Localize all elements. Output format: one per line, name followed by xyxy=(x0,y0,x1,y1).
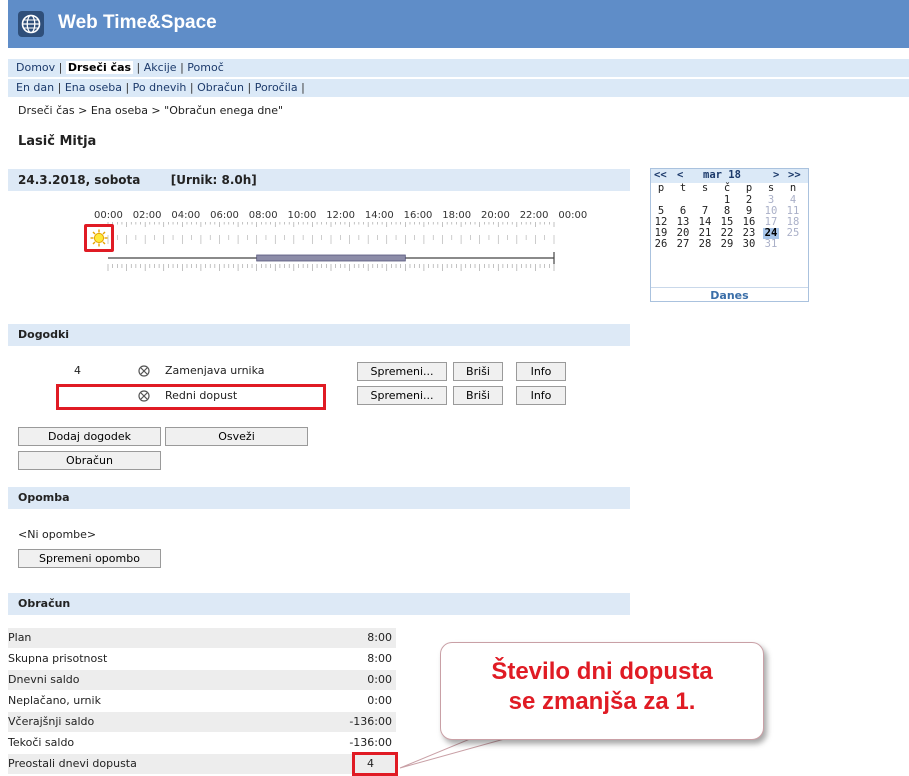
day-date: 24.3.2018, sobota xyxy=(18,173,141,187)
event-label: Zamenjava urnika xyxy=(165,364,265,377)
cal-weekday: s xyxy=(701,182,709,194)
callout-bubble: Število dni dopusta se zmanjša za 1. xyxy=(440,642,764,740)
timeline-hour-label: 14:00 xyxy=(364,210,394,221)
table-row: Včerajšnji saldo -136:00 xyxy=(8,712,396,732)
cal-prev-year[interactable]: << xyxy=(654,169,667,181)
day-header: 24.3.2018, sobota [Urnik: 8.0h] xyxy=(8,169,630,191)
timeline-hour-label: 00:00 xyxy=(558,210,588,221)
callout-text: Število dni dopusta se zmanjša za 1. xyxy=(491,658,713,715)
cal-next-month[interactable]: > xyxy=(773,169,779,181)
event-info-button[interactable]: Info xyxy=(516,386,566,405)
sub-nav: En dan | Ena oseba | Po dnevih | Obračun… xyxy=(8,79,909,97)
cal-day[interactable]: 28 xyxy=(697,239,713,250)
cal-today-link[interactable]: Danes xyxy=(651,287,808,303)
subnav-porocila[interactable]: Poročila xyxy=(255,81,298,94)
cancel-circle-icon xyxy=(138,365,150,380)
calendar-nav: << < mar 18 > >> xyxy=(651,169,808,183)
table-row: Tekoči saldo -136:00 xyxy=(8,736,392,749)
timeline-chart xyxy=(107,222,555,271)
event-number: 4 xyxy=(74,364,81,377)
table-row: Plan 8:00 xyxy=(8,628,396,648)
cal-prev-month[interactable]: < xyxy=(677,169,683,181)
cal-weekday: p xyxy=(745,182,753,194)
cal-weekday: s xyxy=(767,182,775,194)
cal-weekday: p xyxy=(657,182,665,194)
person-name: Lasič Mitja xyxy=(18,134,97,149)
event-delete-button[interactable]: Briši xyxy=(453,386,503,405)
table-row: Dnevni saldo 0:00 xyxy=(8,670,396,690)
event-label: Redni dopust xyxy=(165,389,238,402)
cal-day[interactable]: 25 xyxy=(785,228,801,239)
edit-note-button[interactable]: Spremeni opombo xyxy=(18,549,161,568)
cal-month-title: mar 18 xyxy=(703,169,741,181)
timeline-hour-label: 20:00 xyxy=(481,210,510,221)
subnav-ena-oseba[interactable]: Ena oseba xyxy=(65,81,122,94)
timeline-hour-label: 02:00 xyxy=(132,210,162,221)
timeline-hour-label: 00:00 xyxy=(94,210,123,221)
cancel-circle-icon xyxy=(138,390,150,405)
mini-calendar: << < mar 18 > >> p t s č p s n 1 2 3 4 5 6 7 8 9 10 11 12 1… xyxy=(650,168,809,302)
timeline-hour-label: 22:00 xyxy=(519,210,549,221)
nav-drseci-cas[interactable]: Drseči čas xyxy=(65,61,134,74)
event-edit-button[interactable]: Spremeni... xyxy=(357,362,447,381)
calculate-button[interactable]: Obračun xyxy=(18,451,161,470)
timeline-planned-bar xyxy=(256,254,406,262)
globe-icon xyxy=(18,11,44,37)
breadcrumb: Drseči čas > Ena oseba > "Obračun enega … xyxy=(18,104,284,117)
cal-weekday: t xyxy=(679,182,687,194)
nav-pomoc[interactable]: Pomoč xyxy=(187,61,223,74)
nav-akcije[interactable]: Akcije xyxy=(144,61,177,74)
day-schedule: [Urnik: 8.0h] xyxy=(170,173,257,187)
timeline-hour-label: 08:00 xyxy=(248,210,278,221)
timeline-hour-label: 10:00 xyxy=(287,210,317,221)
cal-day[interactable]: 26 xyxy=(653,239,669,250)
main-nav: Domov | Drseči čas | Akcije | Pomoč xyxy=(8,59,909,77)
nav-domov[interactable]: Domov xyxy=(16,61,55,74)
cal-next-year[interactable]: >> xyxy=(788,169,801,181)
timeline-hour-label: 06:00 xyxy=(210,210,239,221)
app-header: Web Time&Space xyxy=(8,0,909,48)
events-section-header: Dogodki xyxy=(8,324,630,346)
note-text: <Ni opombe> xyxy=(18,528,97,541)
table-row: Preostali dnevi dopusta 4 xyxy=(8,754,396,774)
add-event-button[interactable]: Dodaj dogodek xyxy=(18,427,161,446)
subnav-obracun[interactable]: Obračun xyxy=(197,81,244,94)
subnav-en-dan[interactable]: En dan xyxy=(16,81,54,94)
cal-day[interactable]: 29 xyxy=(719,239,735,250)
subnav-po-dnevih[interactable]: Po dnevih xyxy=(133,81,187,94)
table-row: Neplačano, urnik 0:00 xyxy=(8,694,392,707)
cal-weekday: č xyxy=(723,182,731,194)
cal-day[interactable]: 31 xyxy=(763,239,779,250)
cal-day[interactable]: 30 xyxy=(741,239,757,250)
timeline-hour-label: 16:00 xyxy=(403,210,433,221)
cal-weekday: n xyxy=(789,182,797,194)
calc-section-header: Obračun xyxy=(8,593,630,615)
event-edit-button[interactable]: Spremeni... xyxy=(357,386,447,405)
timeline-hour-label: 18:00 xyxy=(442,210,472,221)
cal-day[interactable]: 27 xyxy=(675,239,691,250)
timeline-hour-label: 04:00 xyxy=(171,210,201,221)
note-section-header: Opomba xyxy=(8,487,630,509)
app-title: Web Time&Space xyxy=(58,12,217,33)
refresh-button[interactable]: Osveži xyxy=(165,427,308,446)
event-delete-button[interactable]: Briši xyxy=(453,362,503,381)
table-row: Skupna prisotnost 8:00 xyxy=(8,652,392,665)
timeline-hour-label: 12:00 xyxy=(326,210,356,221)
sun-icon[interactable] xyxy=(90,229,108,247)
event-info-button[interactable]: Info xyxy=(516,362,566,381)
